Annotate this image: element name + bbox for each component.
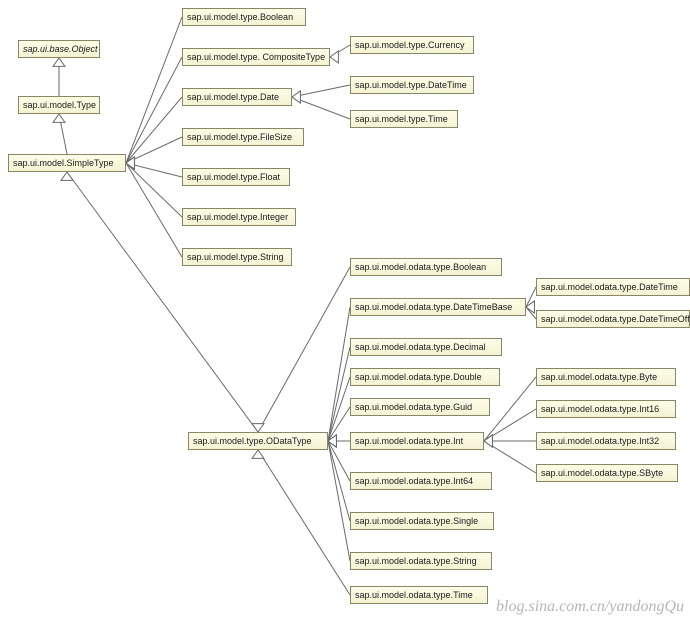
class-oInt16: sap.ui.model.odata.type.Int16 bbox=[536, 400, 676, 418]
class-date: sap.ui.model.type.Date bbox=[182, 88, 292, 106]
class-boolean: sap.ui.model.type.Boolean bbox=[182, 8, 306, 26]
class-oByte: sap.ui.model.odata.type.Byte bbox=[536, 368, 676, 386]
class-oSingle: sap.ui.model.odata.type.Single bbox=[350, 512, 494, 530]
class-oInt32: sap.ui.model.odata.type.Int32 bbox=[536, 432, 676, 450]
class-oString: sap.ui.model.odata.type.String bbox=[350, 552, 492, 570]
class-integer: sap.ui.model.type.Integer bbox=[182, 208, 296, 226]
class-type: sap.ui.model.Type bbox=[18, 96, 100, 114]
class-oInt64: sap.ui.model.odata.type.Int64 bbox=[350, 472, 492, 490]
class-fileSize: sap.ui.model.type.FileSize bbox=[182, 128, 304, 146]
class-oDateTimeBase: sap.ui.model.odata.type.DateTimeBase bbox=[350, 298, 526, 316]
class-object: sap.ui.base.Object bbox=[18, 40, 100, 58]
class-oDateTimeOffset: sap.ui.model.odata.type.DateTimeOffset bbox=[536, 310, 690, 328]
class-float: sap.ui.model.type.Float bbox=[182, 168, 290, 186]
class-dateTime: sap.ui.model.type.DateTime bbox=[350, 76, 474, 94]
class-oTime: sap.ui.model.odata.type.Time bbox=[350, 586, 488, 604]
class-oDateTime: sap.ui.model.odata.type.DateTime bbox=[536, 278, 690, 296]
watermark: blog.sina.com.cn/yandongQu bbox=[496, 598, 684, 616]
class-oGuid: sap.ui.model.odata.type.Guid bbox=[350, 398, 490, 416]
class-oDouble: sap.ui.model.odata.type.Double bbox=[350, 368, 500, 386]
class-compositeType: sap.ui.model.type. CompositeType bbox=[182, 48, 330, 66]
class-simpleType: sap.ui.model.SimpleType bbox=[8, 154, 126, 172]
class-currency: sap.ui.model.type.Currency bbox=[350, 36, 474, 54]
class-string: sap.ui.model.type.String bbox=[182, 248, 292, 266]
class-oBoolean: sap.ui.model.odata.type.Boolean bbox=[350, 258, 502, 276]
class-oInt: sap.ui.model.odata.type.Int bbox=[350, 432, 484, 450]
class-odataType: sap.ui.model.type.ODataType bbox=[188, 432, 328, 450]
class-oDecimal: sap.ui.model.odata.type.Decimal bbox=[350, 338, 502, 356]
class-oSByte: sap.ui.model.odata.type.SByte bbox=[536, 464, 678, 482]
class-time: sap.ui.model.type.Time bbox=[350, 110, 458, 128]
